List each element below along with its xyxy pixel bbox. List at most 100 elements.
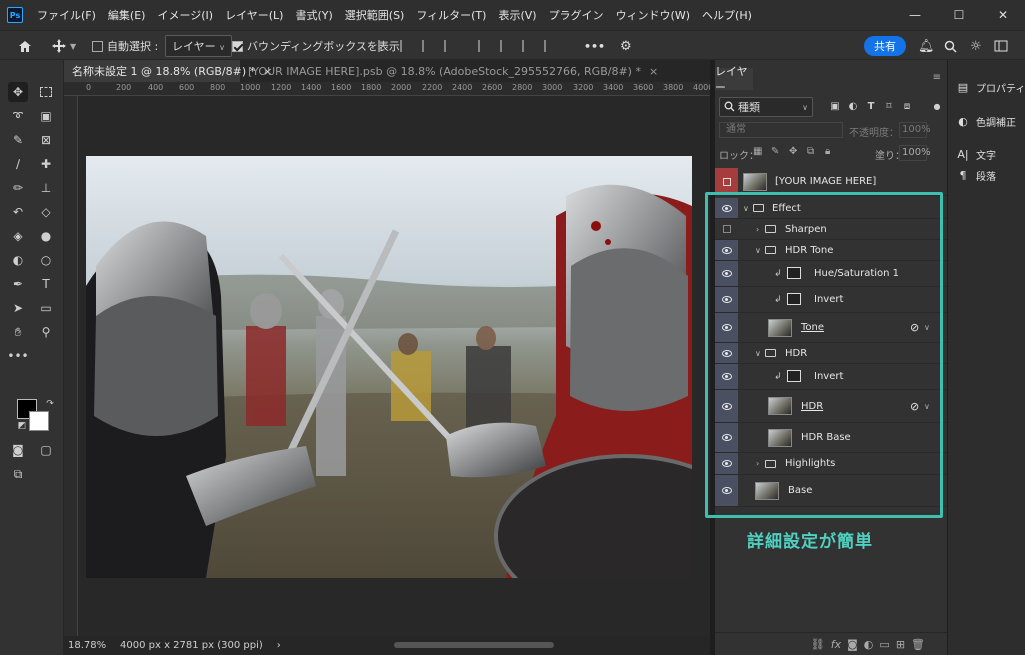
path-select-tool-icon[interactable]: ➤ [8,298,28,318]
lightbulb-icon[interactable]: ☼ [970,31,982,61]
filter-adjustment-icon[interactable]: ◐ [847,100,859,112]
document-image[interactable] [86,156,692,578]
lock-position-icon[interactable]: ✥ [789,146,797,157]
paint-bucket-tool-icon[interactable]: ◈ [8,226,28,246]
menu-type[interactable]: 書式(Y) [289,7,338,23]
paragraph-panel-button[interactable]: ¶ 段落 [956,168,997,183]
lasso-tool-icon[interactable]: ➰︎ [8,106,28,126]
type-tool-icon[interactable]: T [36,274,56,294]
properties-panel-button[interactable]: ▤ プロパティ [956,80,1025,95]
visibility-toggle[interactable] [715,168,738,195]
hand-tool-icon[interactable]: ✋︎ [8,322,28,342]
delete-icon[interactable]: 🗑︎ [911,638,925,651]
close-button[interactable]: ✕ [981,0,1025,30]
menu-select[interactable]: 選択範囲(S) [339,7,411,23]
filter-smart-object-icon[interactable]: ⧈ [901,100,913,112]
more-tools-icon[interactable]: ••• [7,346,28,366]
fx-icon[interactable]: fx [831,638,841,651]
horizontal-scrollbar[interactable] [394,642,554,648]
eyedropper-tool-icon[interactable]: ∕ [8,154,28,174]
move-tool-icon[interactable]: ▼ [52,31,76,61]
zoom-tool-icon[interactable]: ⚲ [36,322,56,342]
menu-view[interactable]: 表示(V) [492,7,542,23]
rectangle-tool-icon[interactable]: ▭ [36,298,56,318]
menu-help[interactable]: ヘルプ(H) [696,7,758,23]
auto-select-check-icon[interactable] [92,40,103,52]
edit-toolbar-icon[interactable]: ⧉ [8,464,28,484]
menu-window[interactable]: ウィンドウ(W) [610,7,696,23]
tab-document-1[interactable]: 名称未設定 1 @ 18.8% (RGB/8#) * × [64,60,272,82]
sponge-tool-icon[interactable]: ○ [36,250,56,270]
blend-mode-dropdown[interactable]: 通常 [719,122,843,138]
marquee-tool-icon[interactable] [36,82,56,102]
status-arrow-icon[interactable]: › [277,640,281,651]
lock-paint-icon[interactable]: ✎ [771,146,779,157]
align-right-icon[interactable] [422,40,432,52]
close-icon[interactable]: × [649,65,658,78]
lock-transparency-icon[interactable]: ▦ [753,146,762,157]
pen-tool-icon[interactable]: ✒ [8,274,28,294]
zoom-level[interactable]: 18.78% [68,640,116,651]
mask-icon[interactable]: ◙ [847,638,858,651]
link-icon[interactable]: ⛓︎ [811,638,825,651]
auto-select-checkbox[interactable]: 自動選択 : [92,31,158,61]
gear-icon[interactable]: ⚙ [620,31,632,61]
quick-select-tool-icon[interactable]: ✎ [8,130,28,150]
healing-brush-tool-icon[interactable]: ✚ [36,154,56,174]
align-vertical-icon[interactable] [544,40,554,52]
more-options-button[interactable]: ••• [584,31,605,61]
search-icon[interactable] [944,31,957,61]
dodge-tool-icon[interactable]: ◐ [8,250,28,270]
swap-colors-icon[interactable]: ↷ [40,394,60,414]
menu-file[interactable]: ファイル(F) [31,7,102,23]
align-middle-icon[interactable] [500,40,510,52]
share-button[interactable]: 共有 [864,36,906,56]
object-select-tool-icon[interactable]: ▣ [36,106,56,126]
align-horizontal-icon[interactable] [444,40,454,52]
adjustment-icon[interactable]: ◐ [864,638,874,651]
maximize-button[interactable]: ☐ [937,0,981,30]
background-color-swatch[interactable] [29,411,49,431]
eraser-tool-icon[interactable]: ◇ [36,202,56,222]
move-tool-icon[interactable]: ✥ [8,82,28,102]
filter-type-icon[interactable]: T [865,100,877,112]
home-icon[interactable] [18,31,32,61]
align-bottom-icon[interactable] [522,40,532,52]
menu-plugins[interactable]: プラグイン [543,7,610,23]
minimize-button[interactable]: — [893,0,937,30]
fill-input[interactable]: 100% [899,145,931,161]
layer-select-dropdown[interactable]: レイヤー ∨ [165,31,233,61]
history-brush-tool-icon[interactable]: ↶ [8,202,28,222]
filter-pixel-icon[interactable]: ▣ [829,100,841,112]
stamp-tool-icon[interactable]: ⊥ [36,178,56,198]
group-icon[interactable]: ▭ [879,638,889,651]
adjustments-panel-button[interactable]: ◐ 色調補正 [956,114,1016,129]
blur-tool-icon[interactable]: ● [36,226,56,246]
crop-tool-icon[interactable]: ⊠ [36,130,56,150]
align-center-icon[interactable] [400,40,410,52]
align-top-icon[interactable] [478,40,488,52]
menu-filter[interactable]: フィルター(T) [410,7,492,23]
workspace-icon[interactable] [994,31,1008,61]
tab-document-2[interactable]: [YOUR IMAGE HERE].psb @ 18.8% (AdobeStoc… [240,60,666,82]
character-panel-button[interactable]: A| 文字 [956,147,996,162]
lock-all-icon[interactable]: 🔒︎ [825,146,830,157]
filter-shape-icon[interactable]: ⌑ [883,100,895,112]
filter-toggle-icon[interactable]: ● [931,100,943,112]
tab-layers[interactable]: レイヤー [715,65,753,94]
bounding-box-check-icon[interactable] [232,40,243,52]
lock-artboard-icon[interactable]: ⧉ [807,146,814,157]
bell-icon[interactable]: 🔔︎ [918,31,935,61]
layer-filter-dropdown[interactable]: 種類 ∨ [719,97,813,117]
opacity-input[interactable]: 100% [899,122,931,138]
menu-edit[interactable]: 編集(E) [102,7,152,23]
panel-menu-icon[interactable]: ≡ [933,72,941,83]
default-colors-icon[interactable]: ◩ [12,416,32,436]
brush-tool-icon[interactable]: ✏ [8,178,28,198]
align-left-icon[interactable] [378,40,388,52]
new-layer-icon[interactable]: ⊞ [896,638,905,651]
menu-image[interactable]: イメージ(I) [151,7,219,23]
menu-layer[interactable]: レイヤー(L) [219,7,289,23]
canvas-area[interactable] [78,96,710,636]
quick-mask-icon[interactable]: ◙ [8,440,28,460]
